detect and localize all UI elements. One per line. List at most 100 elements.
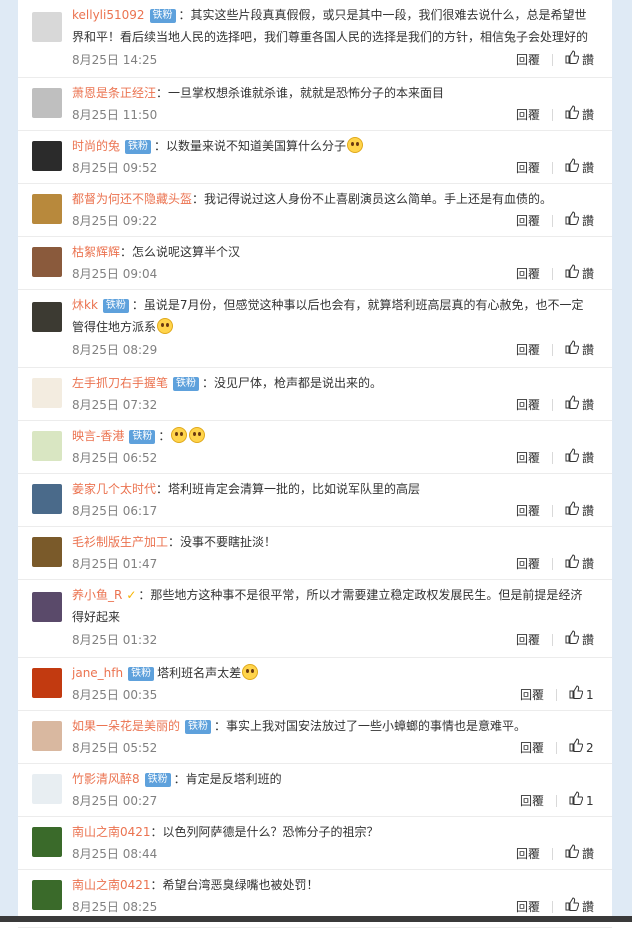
reply-button[interactable]: 回覆 (516, 158, 540, 178)
comment-actions: 回覆 讚 (516, 50, 594, 70)
comment-text: 养小鱼_R ✓ ：那些地方这种事不是很平常，所以才需要建立稳定政权发展民生。但是前提… (72, 584, 594, 628)
username-link[interactable]: 炑kk (72, 298, 98, 312)
action-divider (551, 901, 553, 913)
comment-meta: 8月25日 09:04 回覆 讚 (72, 264, 594, 284)
comment-meta: 8月25日 00:35 回覆 1 (72, 685, 594, 705)
username-link[interactable]: kellyli51092 (72, 8, 145, 22)
reply-button[interactable]: 回覆 (516, 554, 540, 574)
comment-item: 养小鱼_R ✓ ：那些地方这种事不是很平常，所以才需要建立稳定政权发展民生。但是前提… (18, 580, 612, 658)
avatar[interactable] (32, 537, 62, 567)
reply-button[interactable]: 回覆 (516, 395, 540, 415)
username-link[interactable]: 竹影清风醉8 (72, 772, 140, 786)
fan-badge: 铁粉 (128, 667, 155, 681)
avatar[interactable] (32, 774, 62, 804)
comment-item: 姜家几个太时代：塔利班肯定会清算一批的，比如说军队里的高层 8月25日 06:17… (18, 474, 612, 527)
action-divider (551, 399, 553, 411)
reply-button[interactable]: 回覆 (516, 844, 540, 864)
timestamp: 8月25日 00:27 (72, 794, 158, 808)
like-button[interactable]: 讚 (565, 844, 594, 864)
username-link[interactable]: 毛衫制版生产加工 (72, 535, 168, 549)
username-link[interactable]: 姜家几个太时代 (72, 482, 156, 496)
comment-meta: 8月25日 01:47 回覆 讚 (72, 554, 594, 574)
comment-actions: 回覆 2 (520, 738, 594, 758)
like-button[interactable]: 讚 (565, 264, 594, 284)
username-link[interactable]: 南山之南0421 (72, 825, 151, 839)
reply-button[interactable]: 回覆 (520, 738, 544, 758)
avatar[interactable] (32, 592, 62, 622)
comment-text: 左手抓刀右手握笔 铁粉 ：没见尸体，枪声都是说出来的。 (72, 372, 594, 394)
like-count: 讚 (581, 557, 594, 571)
avatar[interactable] (32, 12, 62, 42)
comment-text: 南山之南0421：以色列阿萨德是什么？恐怖分子的祖宗？ (72, 821, 594, 843)
comment-meta: 8月25日 11:50 回覆 讚 (72, 105, 594, 125)
username-link[interactable]: 时尚的兔 (72, 139, 120, 153)
username-link[interactable]: 养小鱼_R (72, 588, 122, 602)
action-divider (556, 689, 557, 701)
comment-item: 竹影清风醉8 铁粉 ：肯定是反塔利班的 8月25日 00:27 回覆 1 (18, 764, 612, 817)
right-scroll-area[interactable] (612, 0, 632, 922)
username-link[interactable]: 如果一朵花是美丽的 (72, 719, 180, 733)
reply-button[interactable]: 回覆 (516, 211, 540, 231)
like-count: 讚 (581, 398, 594, 412)
username-link[interactable]: jane_hfh (72, 666, 123, 680)
timestamp: 8月25日 06:52 (72, 451, 158, 465)
avatar[interactable] (32, 880, 62, 910)
timestamp: 8月25日 09:22 (72, 214, 158, 228)
like-button[interactable]: 讚 (565, 897, 594, 917)
comment-item: 萧恩是条正经汪：一旦掌权想杀谁就杀谁，就就是恐怖分子的本来面目 8月25日 11:… (18, 78, 612, 131)
like-button[interactable]: 讚 (565, 554, 594, 574)
comment-item: 枯絮辉辉：怎么说呢这算半个汉 8月25日 09:04 回覆 讚 (18, 237, 612, 290)
fan-badge: 铁粉 (125, 140, 152, 154)
reply-button[interactable]: 回覆 (516, 501, 540, 521)
reply-button[interactable]: 回覆 (516, 448, 540, 468)
reply-button[interactable]: 回覆 (516, 264, 540, 284)
like-button[interactable]: 讚 (565, 211, 594, 231)
username-link[interactable]: 南山之南0421 (72, 878, 151, 892)
reply-button[interactable]: 回覆 (520, 685, 544, 705)
reply-button[interactable]: 回覆 (516, 630, 540, 650)
avatar[interactable] (32, 247, 62, 277)
avatar[interactable] (32, 194, 62, 224)
avatar[interactable] (32, 302, 62, 332)
like-button[interactable]: 讚 (565, 105, 594, 125)
avatar[interactable] (32, 827, 62, 857)
avatar[interactable] (32, 721, 62, 751)
comment-body: ：没事不要瞎扯淡！ (168, 535, 277, 549)
reply-button[interactable]: 回覆 (516, 340, 540, 360)
like-button[interactable]: 讚 (565, 158, 594, 178)
like-button[interactable]: 1 (569, 791, 594, 811)
comment-item: 如果一朵花是美丽的 铁粉 ：事实上我对国安法放过了一些小蟑螂的事情也是意难平。 8月2… (18, 711, 612, 764)
like-button[interactable]: 2 (569, 738, 594, 758)
timestamp: 8月25日 08:29 (72, 343, 158, 357)
comment-text: 南山之南0421：希望台湾恶臭绿嘴也被处罚！ (72, 874, 594, 896)
username-link[interactable]: 萧恩是条正经汪 (72, 86, 156, 100)
avatar[interactable] (32, 431, 62, 461)
comment-actions: 回覆 讚 (516, 158, 594, 178)
reply-button[interactable]: 回覆 (516, 50, 540, 70)
comment-item: 映言-香港 铁粉： 8月25日 06:52 回覆讚 (18, 421, 612, 474)
timestamp: 8月25日 11:50 (72, 108, 158, 122)
reply-button[interactable]: 回覆 (516, 105, 540, 125)
fan-badge: 铁粉 (102, 299, 129, 313)
like-button[interactable]: 讚 (565, 501, 594, 521)
avatar[interactable] (32, 484, 62, 514)
thumbs-up-icon (569, 738, 586, 758)
like-button[interactable]: 讚 (565, 448, 594, 468)
avatar[interactable] (32, 378, 62, 408)
timestamp: 8月25日 01:32 (72, 633, 158, 647)
like-button[interactable]: 讚 (565, 630, 594, 650)
comment-actions: 回覆 讚 (516, 395, 594, 415)
reply-button[interactable]: 回覆 (516, 897, 540, 917)
like-button[interactable]: 讚 (565, 50, 594, 70)
like-button[interactable]: 讚 (565, 395, 594, 415)
avatar[interactable] (32, 88, 62, 118)
like-button[interactable]: 讚 (565, 340, 594, 360)
username-link[interactable]: 都督为何还不隐藏头盔 (72, 192, 192, 206)
username-link[interactable]: 枯絮辉辉 (72, 245, 120, 259)
username-link[interactable]: 映言-香港 (72, 429, 124, 443)
reply-button[interactable]: 回覆 (520, 791, 544, 811)
username-link[interactable]: 左手抓刀右手握笔 (72, 376, 168, 390)
avatar[interactable] (32, 668, 62, 698)
like-button[interactable]: 1 (569, 685, 594, 705)
avatar[interactable] (32, 141, 62, 171)
